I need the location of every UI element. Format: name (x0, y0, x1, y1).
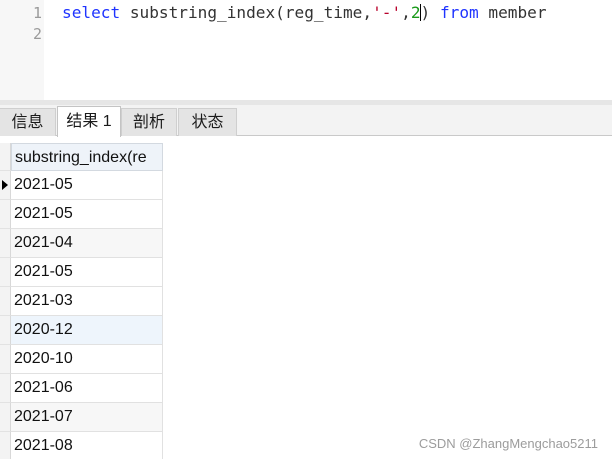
tab-profile[interactable]: 剖析 (121, 108, 177, 136)
column-header[interactable]: substring_index(re (11, 143, 163, 171)
comma: , (401, 3, 411, 22)
table-cell[interactable]: 2021-04 (11, 229, 163, 258)
row-header-corner (0, 143, 11, 171)
table-cell[interactable]: 2021-07 (11, 403, 163, 432)
table-cell[interactable]: 2021-05 (11, 258, 163, 287)
tab-info[interactable]: 信息 (0, 108, 56, 136)
table-cell[interactable]: 2021-06 (11, 374, 163, 403)
watermark: CSDN @ZhangMengchao5211 (418, 436, 598, 451)
table-cell[interactable]: 2021-05 (11, 171, 163, 200)
string-literal: '-' (372, 3, 402, 22)
keyword-select: select (62, 3, 121, 22)
sql-editor[interactable]: 1 2 select substring_index(reg_time,'-',… (0, 0, 612, 100)
table-cell[interactable]: 2020-10 (11, 345, 163, 374)
row-selector[interactable] (0, 200, 11, 229)
table-name: member (478, 3, 547, 22)
close-paren: ) (420, 3, 431, 22)
line-number-gutter: 1 2 (0, 0, 44, 100)
row-selector[interactable] (0, 287, 11, 316)
line-number: 2 (32, 25, 42, 43)
row-selector[interactable] (0, 374, 11, 403)
table-cell[interactable]: 2021-08 (11, 432, 163, 459)
line-number: 1 (32, 4, 42, 22)
row-selector[interactable] (0, 345, 11, 374)
current-row-arrow-icon (2, 180, 8, 190)
tab-result-1[interactable]: 结果 1 (57, 106, 121, 137)
keyword-from: from (439, 3, 479, 22)
tab-status[interactable]: 状态 (178, 108, 237, 136)
row-selector[interactable] (0, 258, 11, 287)
function-call: substring_index(reg_time, (120, 3, 373, 22)
table-cell[interactable]: 2020-12 (11, 316, 163, 345)
table-cell[interactable]: 2021-03 (11, 287, 163, 316)
row-selector[interactable] (0, 316, 11, 345)
row-selector[interactable] (0, 432, 11, 459)
result-grid[interactable]: substring_index(re 2021-05 2021-05 2021-… (0, 141, 612, 459)
code-line[interactable]: select substring_index(reg_time,'-',2) f… (62, 3, 547, 23)
row-selector[interactable] (0, 171, 11, 200)
row-selector[interactable] (0, 229, 11, 258)
result-tab-bar: 信息 结果 1 剖析 状态 (0, 105, 612, 137)
table-cell[interactable]: 2021-05 (11, 200, 163, 229)
row-selector[interactable] (0, 403, 11, 432)
